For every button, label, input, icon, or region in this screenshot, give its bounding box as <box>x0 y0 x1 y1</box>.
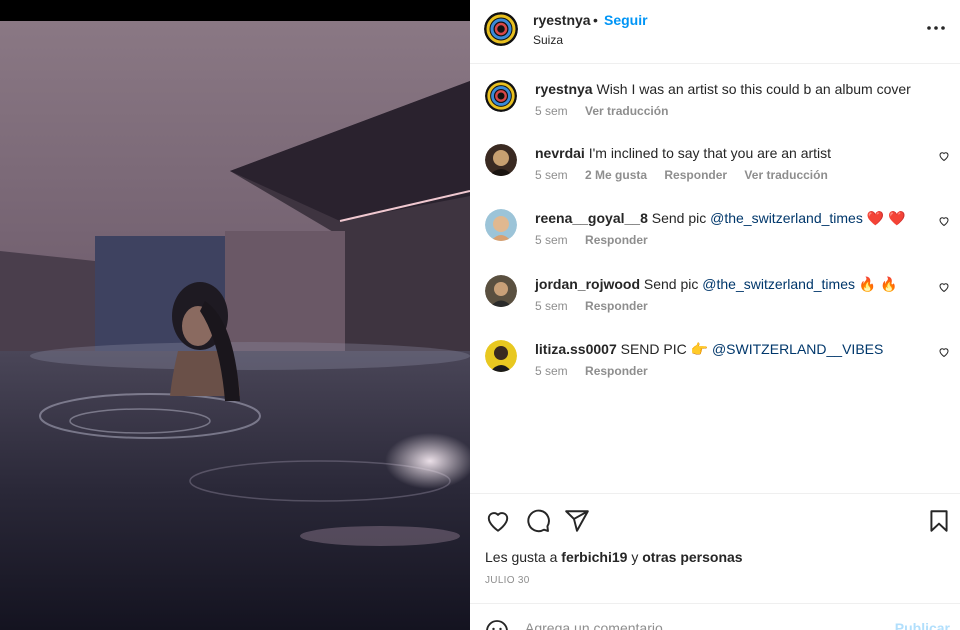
comment-username[interactable]: litiza.ss0007 <box>535 341 617 357</box>
caption-translate-link[interactable]: Ver traducción <box>585 104 668 118</box>
comment-meta: 5 sem Responder <box>535 364 662 378</box>
comment-avatar[interactable] <box>485 340 517 372</box>
author-username[interactable]: ryestnya <box>533 12 591 28</box>
post-header: ryestnya • Seguir Suiza <box>470 0 960 64</box>
reply-button[interactable]: Responder <box>664 168 727 182</box>
location-link[interactable]: Suiza <box>533 33 563 47</box>
comment-text: nevrdai I'm inclined to say that you are… <box>535 144 915 162</box>
comment-text: reena__goyal__8 Send pic @the_switzerlan… <box>535 209 915 227</box>
caption-time[interactable]: 5 sem <box>535 104 568 118</box>
comment-like-heart-icon[interactable] <box>938 281 950 293</box>
reply-button[interactable]: Responder <box>585 299 648 313</box>
comment-username[interactable]: nevrdai <box>535 145 585 161</box>
more-horizontal-icon[interactable] <box>926 20 946 36</box>
send-icon[interactable] <box>564 508 590 534</box>
follow-button[interactable]: Seguir <box>604 12 648 28</box>
mention-link[interactable]: @SWITZERLAND__VIBES <box>712 341 883 357</box>
comment-like-heart-icon[interactable] <box>938 346 950 358</box>
comment-body: Send pic <box>643 276 699 292</box>
comment-avatar[interactable] <box>485 275 517 307</box>
comment-meta: 5 sem Responder <box>535 233 662 247</box>
comment-emoji: 🔥 🔥 <box>858 276 898 292</box>
post-date[interactable]: JULIO 30 <box>485 575 530 586</box>
comment-username[interactable]: jordan_rojwood <box>535 276 640 292</box>
caption-meta: 5 sem Ver traducción <box>535 104 682 118</box>
comment-icon[interactable] <box>525 508 551 534</box>
author-avatar[interactable] <box>484 12 518 46</box>
post-detail-panel: ryestnya • Seguir Suiza ryestnya Wish I … <box>470 0 960 630</box>
caption-username[interactable]: ryestnya <box>535 81 593 97</box>
add-comment-bar: Publicar <box>470 603 960 630</box>
comment-emoji: ❤️ ❤️ <box>866 210 906 226</box>
emoji-icon[interactable] <box>485 619 509 630</box>
comment-text: litiza.ss0007 SEND PIC 👉 @SWITZERLAND__V… <box>535 340 915 358</box>
caption-text: ryestnya Wish I was an artist so this co… <box>535 80 915 98</box>
comment-like-heart-icon[interactable] <box>938 150 950 162</box>
likes-summary: Les gusta a ferbichi19 y otras personas <box>485 549 743 565</box>
likes-conj: y <box>631 549 639 565</box>
comment-body: I'm inclined to say that you are an arti… <box>588 145 832 161</box>
mention-link[interactable]: @the_switzerland_times <box>702 276 855 292</box>
comment-time[interactable]: 5 sem <box>535 364 568 378</box>
reply-button[interactable]: Responder <box>585 364 648 378</box>
publish-button[interactable]: Publicar <box>895 620 950 630</box>
likes-user[interactable]: ferbichi19 <box>561 549 627 565</box>
comment-body: SEND PIC 👉 <box>620 341 709 357</box>
heart-icon[interactable] <box>485 508 511 534</box>
caption-avatar[interactable] <box>485 80 517 112</box>
likes-prefix: Les gusta a <box>485 549 558 565</box>
mention-link[interactable]: @the_switzerland_times <box>710 210 863 226</box>
comment-avatar[interactable] <box>485 144 517 176</box>
likes-others[interactable]: otras personas <box>642 549 742 565</box>
post-photo[interactable] <box>0 21 470 630</box>
comment-meta: 5 sem 2 Me gusta Responder Ver traducció… <box>535 168 842 182</box>
comment-text: jordan_rojwood Send pic @the_switzerland… <box>535 275 915 293</box>
comment-input[interactable] <box>525 620 865 630</box>
comment-time[interactable]: 5 sem <box>535 233 568 247</box>
top-black-bar <box>0 0 470 21</box>
comment-meta: 5 sem Responder <box>535 299 662 313</box>
comment-avatar[interactable] <box>485 209 517 241</box>
translate-link[interactable]: Ver traducción <box>744 168 827 182</box>
comment-likes[interactable]: 2 Me gusta <box>585 168 647 182</box>
comment-time[interactable]: 5 sem <box>535 299 568 313</box>
comment-body: Send pic <box>651 210 707 226</box>
bookmark-icon[interactable] <box>926 508 952 534</box>
comment-time[interactable]: 5 sem <box>535 168 568 182</box>
comment-like-heart-icon[interactable] <box>938 215 950 227</box>
separator-dot: • <box>593 12 598 28</box>
reply-button[interactable]: Responder <box>585 233 648 247</box>
caption-body: Wish I was an artist so this could b an … <box>596 81 911 97</box>
post-actions: Les gusta a ferbichi19 y otras personas … <box>470 493 960 630</box>
comment-username[interactable]: reena__goyal__8 <box>535 210 648 226</box>
